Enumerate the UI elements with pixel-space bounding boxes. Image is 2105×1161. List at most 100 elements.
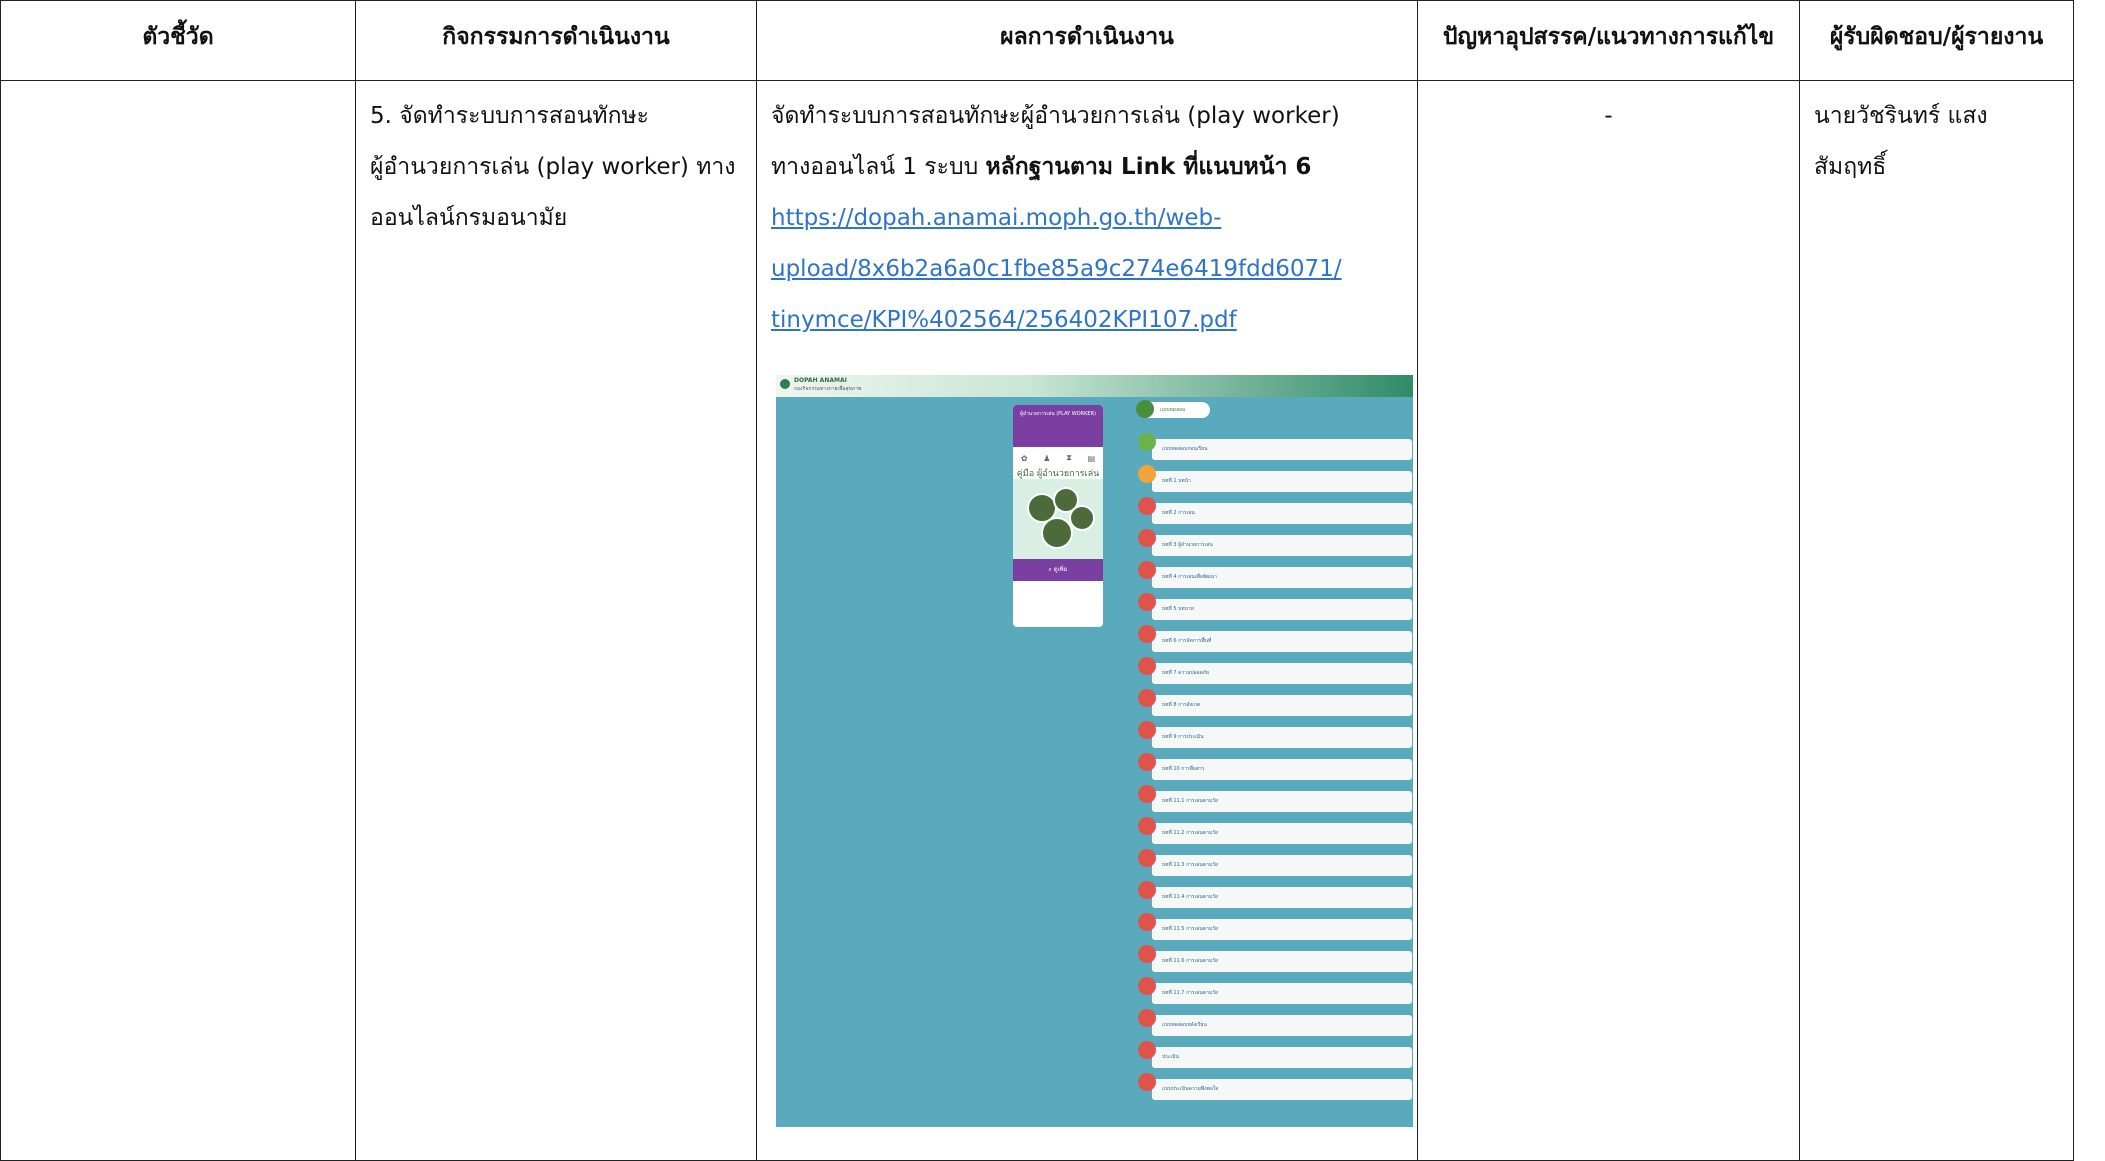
- lesson-number-icon: [1138, 1041, 1156, 1059]
- indicator-cell: [0, 80, 356, 1161]
- site-subtitle: กองกิจกรรมทางกายเพื่อสุขภาพ: [794, 386, 862, 392]
- lesson-menu-label: บทที่ 3 ผู้อำนวยการเล่น: [1152, 535, 1412, 556]
- site-logo: [780, 379, 790, 389]
- site-brand: DOPAH ANAMAI: [794, 377, 847, 384]
- responsible-cell: นายวัชรินทร์ แสงสัมฤทธิ์: [1799, 80, 2074, 1161]
- header-problem: ปัญหาอุปสรรค/แนวทางการแก้ไข: [1417, 0, 1800, 81]
- lesson-number-icon: [1138, 785, 1156, 803]
- lesson-menu-item[interactable]: แบบทดสอบหลังเรียน: [1138, 1009, 1412, 1036]
- lesson-menu-item[interactable]: บทที่ 11.7 การเล่นตามวัย: [1138, 977, 1412, 1004]
- menu-title: แบบทดสอบ: [1136, 400, 1210, 418]
- result-line: ทางออนไลน์ 1 ระบบ หลักฐานตาม Link ที่แนบ…: [771, 142, 1403, 193]
- lesson-menu-label: บทที่ 6 การจัดการพื้นที่: [1152, 631, 1412, 652]
- lesson-menu-item[interactable]: บทที่ 11.3 การเล่นตามวัย: [1138, 849, 1412, 876]
- lesson-menu-item[interactable]: บทที่ 11.5 การเล่นตามวัย: [1138, 913, 1412, 940]
- lesson-menu-item[interactable]: แบบประเมินความพึงพอใจ: [1138, 1073, 1412, 1100]
- lesson-number-icon: [1138, 465, 1156, 483]
- hourglass-icon: ⧗: [1066, 453, 1072, 462]
- lesson-menu-label: บทที่ 11.7 การเล่นตามวัย: [1152, 983, 1412, 1004]
- activity-line: 5. จัดทำระบบการสอนทักษะ: [370, 103, 650, 129]
- lesson-menu-item[interactable]: บทที่ 11.2 การเล่นตามวัย: [1138, 817, 1412, 844]
- lesson-menu-label: บทที่ 11.5 การเล่นตามวัย: [1152, 919, 1412, 940]
- photo-circle: [1041, 517, 1073, 549]
- lesson-number-icon: [1138, 1073, 1156, 1091]
- activity-line: ผู้อำนวยการเล่น (play worker) ทาง: [370, 154, 736, 180]
- website-screenshot: DOPAH ANAMAI กองกิจกรรมทางกายเพื่อสุขภาพ…: [776, 375, 1413, 1127]
- header-result: ผลการดำเนินงาน: [756, 0, 1418, 81]
- result-line: จัดทำระบบการสอนทักษะผู้อำนวยการเล่น (pla…: [771, 103, 1340, 129]
- lesson-menu-label: บทที่ 7 ความปลอดภัย: [1152, 663, 1412, 684]
- book-icon: ▤: [1087, 453, 1096, 463]
- header-indicator: ตัวชี้วัด: [0, 0, 356, 81]
- activity-cell: 5. จัดทำระบบการสอนทักษะ ผู้อำนวยการเล่น …: [355, 80, 757, 1161]
- lesson-menu-label: บทที่ 4 การเล่นเพื่อพัฒนา: [1152, 567, 1412, 588]
- lesson-menu-label: บทที่ 11.2 การเล่นตามวัย: [1152, 823, 1412, 844]
- site-header: DOPAH ANAMAI กองกิจกรรมทางกายเพื่อสุขภาพ: [776, 375, 1413, 397]
- lesson-menu-item[interactable]: บทที่ 6 การจัดการพื้นที่: [1138, 625, 1412, 652]
- lesson-menu-label: บทที่ 11.1 การเล่นตามวัย: [1152, 791, 1412, 812]
- header-responsible: ผู้รับผิดชอบ/ผู้รายงาน: [1799, 0, 2074, 81]
- menu-title-label: แบบทดสอบ: [1160, 407, 1186, 413]
- evidence-label: หลักฐานตาม Link ที่แนบหน้า 6: [985, 154, 1312, 180]
- lesson-number-icon: [1138, 849, 1156, 867]
- lesson-number-icon: [1138, 689, 1156, 707]
- handbook-cover: ผู้อำนวยการเล่น (PLAY WORKER) ✿ ♟ ⧗ ▤ คู…: [1013, 405, 1103, 627]
- lesson-number-icon: [1138, 913, 1156, 931]
- evidence-link[interactable]: https://dopah.anamai.moph.go.th/web-: [771, 193, 1403, 244]
- lesson-menu-item[interactable]: บทที่ 10 การสื่อสาร: [1138, 753, 1412, 780]
- lesson-menu-label: บทที่ 9 การประเมิน: [1152, 727, 1412, 748]
- problem-cell: -: [1417, 80, 1800, 1161]
- handbook-footer[interactable]: ⌕ ดูเพิ่ม: [1013, 559, 1103, 581]
- lesson-menu-label: แบบประเมินความพึงพอใจ: [1152, 1079, 1412, 1100]
- lesson-menu-item[interactable]: บทที่ 3 ผู้อำนวยการเล่น: [1138, 529, 1412, 556]
- lesson-number-icon: [1138, 945, 1156, 963]
- lesson-menu-item[interactable]: บทที่ 1 บทนำ: [1138, 465, 1412, 492]
- handbook-title: คู่มือ ผู้อำนวยการเล่น: [1016, 469, 1100, 479]
- person-icon: ♟: [1043, 453, 1051, 463]
- lesson-menu-item[interactable]: บทที่ 7 ความปลอดภัย: [1138, 657, 1412, 684]
- lesson-menu-label: แบบทดสอบหลังเรียน: [1152, 1015, 1412, 1036]
- activity-line: ออนไลน์กรมอนามัย: [370, 205, 568, 231]
- evidence-link[interactable]: upload/8x6b2a6a0c1fbe85a9c274e6419fdd607…: [771, 244, 1403, 295]
- lesson-number-icon: [1138, 977, 1156, 995]
- menu-title-icon: [1136, 400, 1154, 418]
- lesson-menu: แบบทดสอบก่อนเรียนบทที่ 1 บทนำบทที่ 2 การ…: [1138, 433, 1412, 1111]
- lesson-menu-item[interactable]: บทที่ 11.6 การเล่นตามวัย: [1138, 945, 1412, 972]
- lesson-menu-label: บทที่ 2 การเล่น: [1152, 503, 1412, 524]
- lesson-menu-label: ประเมิน: [1152, 1047, 1412, 1068]
- lesson-number-icon: [1138, 721, 1156, 739]
- lesson-number-icon: [1138, 529, 1156, 547]
- photo-circle: [1069, 505, 1095, 531]
- lesson-number-icon: [1138, 433, 1156, 451]
- header-activity: กิจกรรมการดำเนินงาน: [355, 0, 757, 81]
- header-row: ตัวชี้วัด กิจกรรมการดำเนินงาน ผลการดำเนิ…: [0, 0, 2074, 81]
- lesson-number-icon: [1138, 657, 1156, 675]
- lesson-number-icon: [1138, 497, 1156, 515]
- lesson-menu-label: บทที่ 11.4 การเล่นตามวัย: [1152, 887, 1412, 908]
- lesson-menu-label: บทที่ 11.6 การเล่นตามวัย: [1152, 951, 1412, 972]
- lesson-menu-label: บทที่ 10 การสื่อสาร: [1152, 759, 1412, 780]
- lesson-number-icon: [1138, 753, 1156, 771]
- lesson-menu-item[interactable]: บทที่ 8 การสังเกต: [1138, 689, 1412, 716]
- lesson-menu-item[interactable]: บทที่ 5 บทบาท: [1138, 593, 1412, 620]
- lesson-menu-item[interactable]: บทที่ 4 การเล่นเพื่อพัฒนา: [1138, 561, 1412, 588]
- lesson-menu-label: บทที่ 5 บทบาท: [1152, 599, 1412, 620]
- lesson-menu-item[interactable]: บทที่ 11.4 การเล่นตามวัย: [1138, 881, 1412, 908]
- result-text: ทางออนไลน์ 1 ระบบ: [771, 154, 986, 180]
- leaf-icon: ✿: [1020, 453, 1028, 463]
- lesson-number-icon: [1138, 817, 1156, 835]
- evidence-link[interactable]: tinymce/KPI%402564/256402KPI107.pdf: [771, 295, 1403, 346]
- lesson-menu-label: บทที่ 8 การสังเกต: [1152, 695, 1412, 716]
- handbook-icons: ✿ ♟ ⧗ ▤: [1013, 447, 1103, 469]
- lesson-menu-item[interactable]: ประเมิน: [1138, 1041, 1412, 1068]
- lesson-menu-item[interactable]: บทที่ 9 การประเมิน: [1138, 721, 1412, 748]
- lesson-menu-label: แบบทดสอบก่อนเรียน: [1152, 439, 1412, 460]
- handbook-photos: [1013, 479, 1103, 559]
- lesson-menu-label: บทที่ 1 บทนำ: [1152, 471, 1412, 492]
- lesson-number-icon: [1138, 1009, 1156, 1027]
- lesson-number-icon: [1138, 561, 1156, 579]
- lesson-menu-item[interactable]: บทที่ 11.1 การเล่นตามวัย: [1138, 785, 1412, 812]
- handbook-header: ผู้อำนวยการเล่น (PLAY WORKER): [1013, 405, 1103, 447]
- lesson-menu-item[interactable]: แบบทดสอบก่อนเรียน: [1138, 433, 1412, 460]
- lesson-menu-item[interactable]: บทที่ 2 การเล่น: [1138, 497, 1412, 524]
